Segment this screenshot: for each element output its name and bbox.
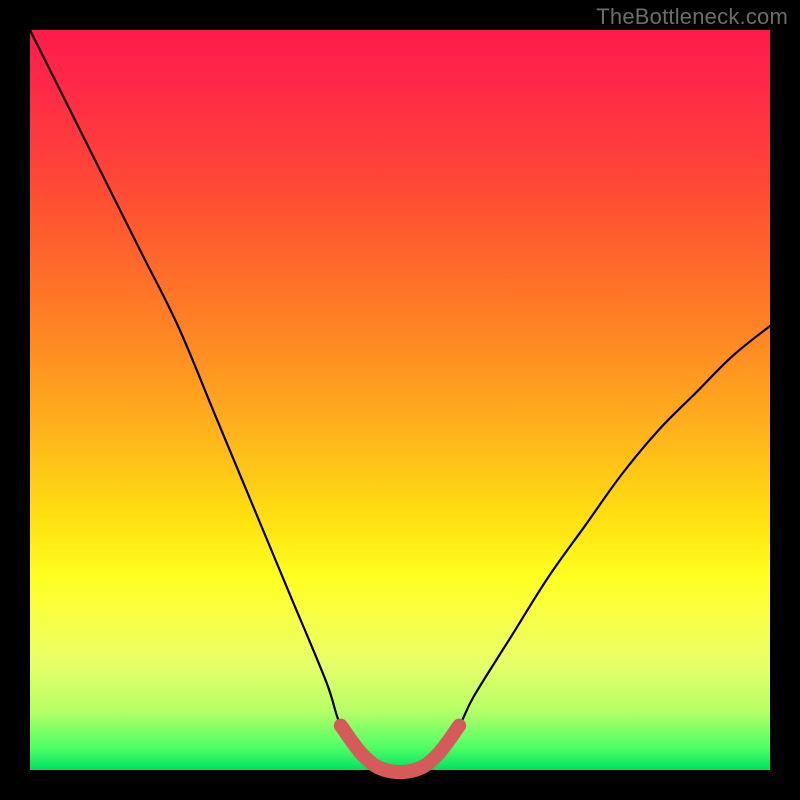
bottleneck-curve-path [30,30,770,772]
plot-area [30,30,770,770]
watermark-label: TheBottleneck.com [596,4,788,30]
curve-svg [30,30,770,770]
highlight-segment-path [341,726,459,772]
chart-frame: TheBottleneck.com [0,0,800,800]
